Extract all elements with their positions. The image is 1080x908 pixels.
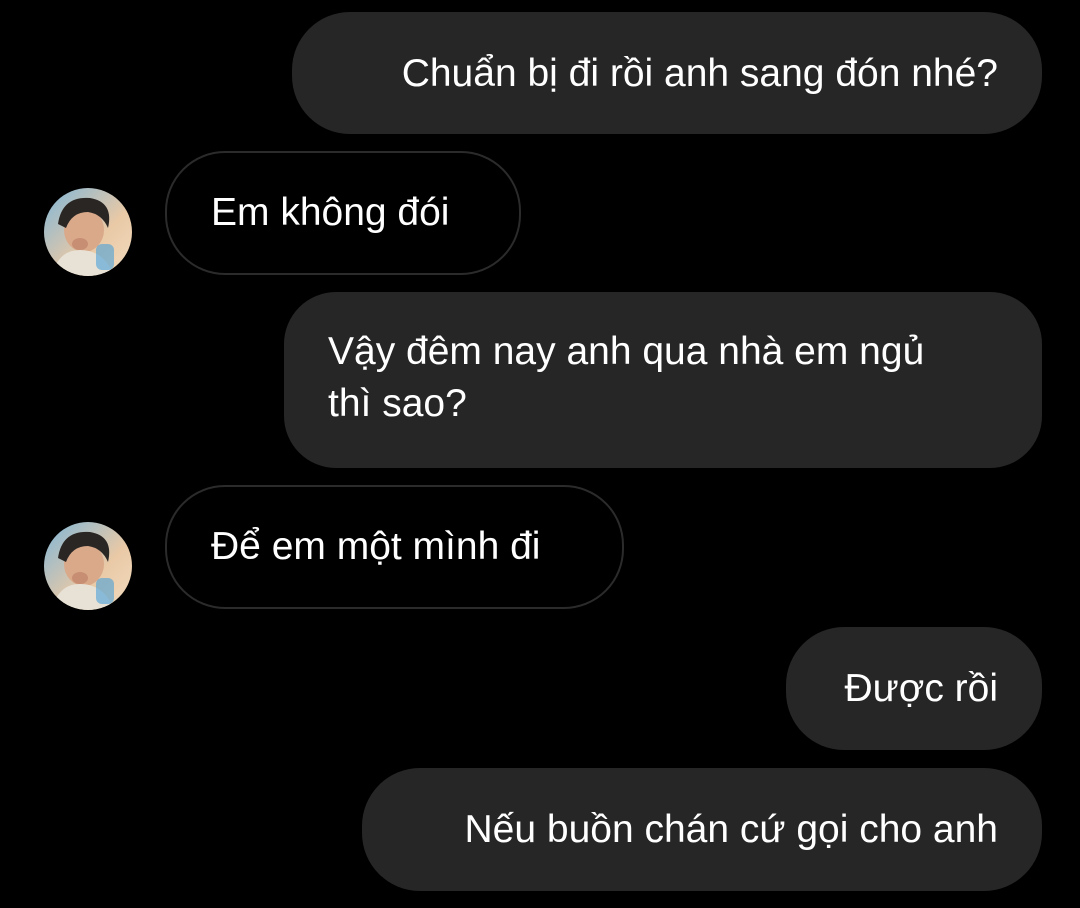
contact-avatar[interactable] (44, 188, 132, 276)
message-bubble-outgoing[interactable]: Vậy đêm nay anh qua nhà em ngủ thì sao? (284, 292, 1042, 468)
message-bubble-outgoing[interactable]: Nếu buồn chán cứ gọi cho anh (362, 768, 1042, 891)
message-text-line: Vậy đêm nay anh qua nhà em ngủ (328, 330, 925, 373)
message-thread: Chuẩn bị đi rồi anh sang đón nhé? Em khô… (0, 0, 1080, 908)
message-text: Nếu buồn chán cứ gọi cho anh (464, 808, 999, 851)
message-text: Chuẩn bị đi rồi anh sang đón nhé? (401, 52, 998, 95)
contact-avatar[interactable] (44, 522, 132, 610)
message-text: Được rồi (844, 667, 998, 710)
message-text-line: thì sao? (328, 382, 467, 425)
message-bubble-incoming[interactable]: Để em một mình đi (165, 485, 624, 609)
message-text: Em không đói (211, 191, 450, 234)
message-bubble-outgoing[interactable]: Được rồi (786, 627, 1042, 750)
message-bubble-incoming[interactable]: Em không đói (165, 151, 521, 275)
message-bubble-outgoing[interactable]: Chuẩn bị đi rồi anh sang đón nhé? (292, 12, 1042, 134)
avatar-photo-icon (44, 188, 132, 276)
message-text: Để em một mình đi (211, 525, 541, 568)
avatar-photo-icon (44, 522, 132, 610)
